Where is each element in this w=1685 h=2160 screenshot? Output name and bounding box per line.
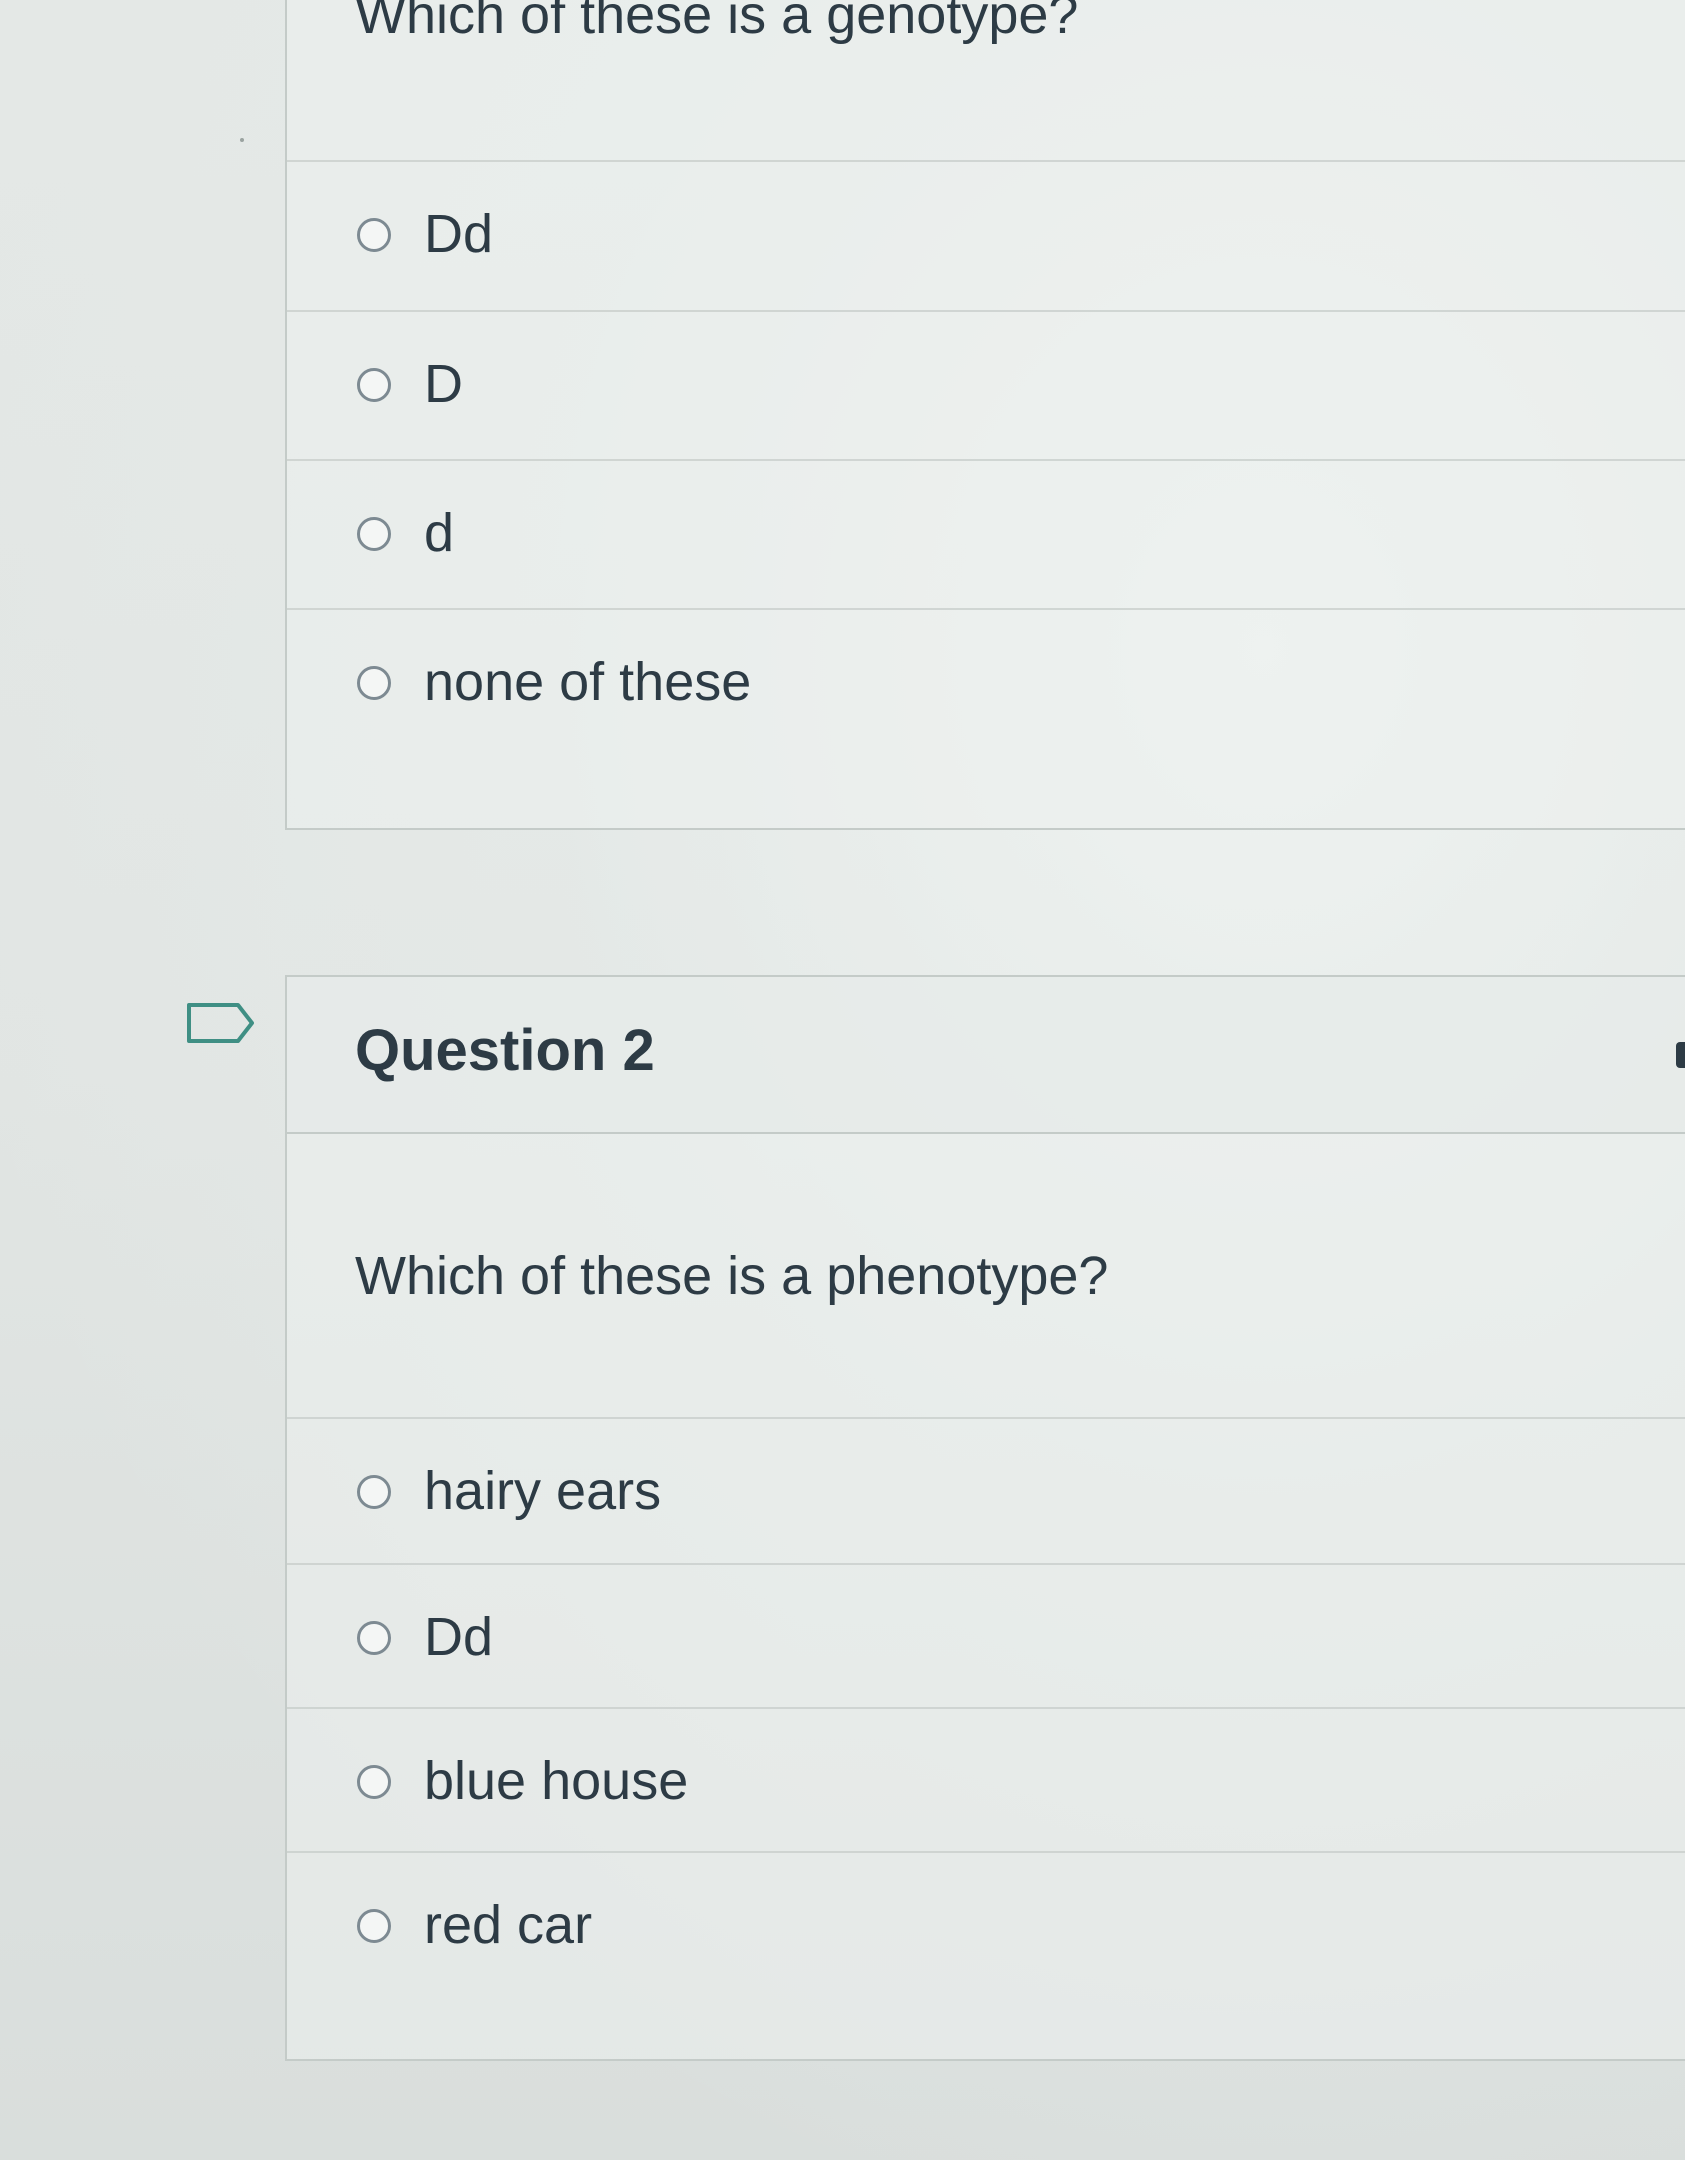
dust-speck (240, 138, 244, 142)
question-2-card: Question 2 Which of these is a phenotype… (285, 975, 1685, 2061)
radio-button[interactable] (357, 1765, 391, 1799)
answer-option[interactable]: D (287, 310, 1685, 458)
answer-label: Dd (424, 203, 494, 264)
radio-button[interactable] (357, 218, 391, 252)
answer-option[interactable]: Dd (287, 1563, 1685, 1711)
answer-option[interactable]: d (287, 459, 1685, 607)
points-indicator-edge (1676, 1042, 1685, 1068)
question-1-text: Which of these is a genotype? (355, 0, 1079, 45)
answer-option[interactable]: none of these (287, 608, 1685, 756)
answer-label: hairy ears (424, 1460, 662, 1521)
question-2-text: Which of these is a phenotype? (355, 1246, 1109, 1306)
radio-button[interactable] (357, 1475, 391, 1509)
radio-button[interactable] (357, 517, 391, 551)
answer-label: red car (424, 1894, 593, 1955)
answer-option[interactable]: Dd (287, 160, 1685, 308)
question-2-header: Question 2 (287, 977, 1685, 1134)
question-1-card: Which of these is a genotype? Dd D d non… (285, 0, 1685, 830)
answer-label: Dd (424, 1606, 494, 1667)
radio-button[interactable] (357, 1621, 391, 1655)
quiz-page: Which of these is a genotype? Dd D d non… (0, 0, 1685, 2160)
radio-button[interactable] (357, 1909, 391, 1943)
radio-button[interactable] (357, 368, 391, 402)
answer-option[interactable]: hairy ears (287, 1417, 1685, 1565)
answer-label: d (424, 502, 455, 563)
answer-option[interactable]: red car (287, 1851, 1685, 1999)
answer-option[interactable]: blue house (287, 1707, 1685, 1855)
answer-label: blue house (424, 1750, 689, 1811)
question-2-heading: Question 2 (355, 1018, 655, 1083)
flag-question-icon[interactable] (186, 1002, 256, 1044)
answer-label: none of these (424, 651, 752, 712)
radio-button[interactable] (357, 666, 391, 700)
answer-label: D (424, 353, 463, 414)
